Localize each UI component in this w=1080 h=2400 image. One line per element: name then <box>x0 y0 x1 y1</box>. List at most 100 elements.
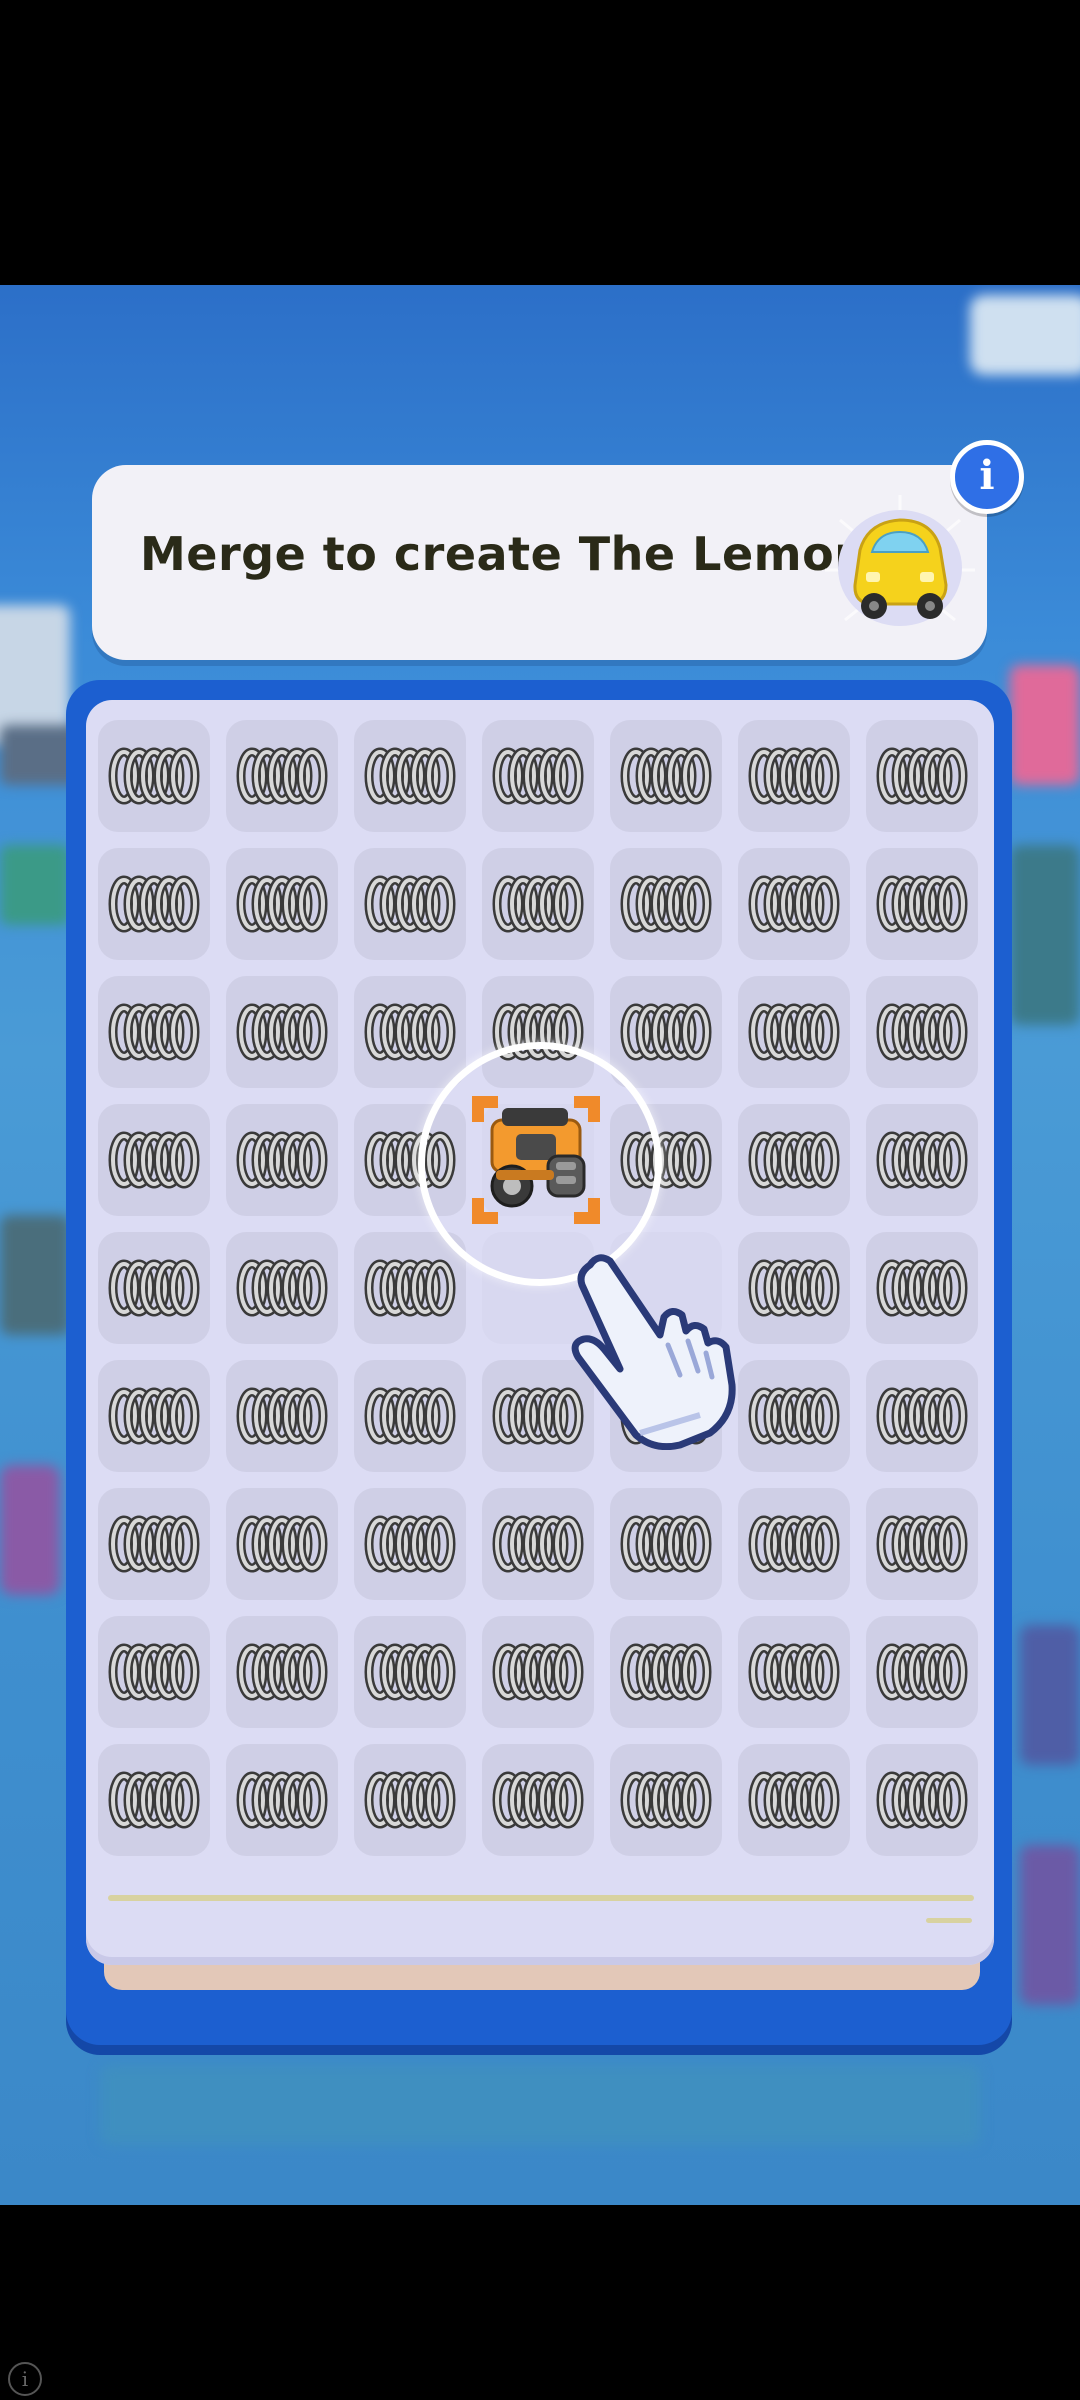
spring-icon <box>748 1771 840 1829</box>
spring-icon <box>876 1771 968 1829</box>
spring-icon <box>108 1387 200 1445</box>
board-cell[interactable] <box>354 1616 466 1728</box>
spring-icon <box>108 1003 200 1061</box>
merge-grid <box>98 720 983 1856</box>
board-cell[interactable] <box>738 1616 850 1728</box>
board-cell[interactable] <box>738 720 850 832</box>
spring-icon <box>620 747 712 805</box>
board-cell[interactable] <box>226 848 338 960</box>
spring-icon <box>236 1131 328 1189</box>
spring-icon <box>748 1643 840 1701</box>
board-cell[interactable] <box>226 976 338 1088</box>
board-cell[interactable] <box>98 1616 210 1728</box>
info-button[interactable]: i <box>950 440 1024 514</box>
board-cell[interactable] <box>226 1488 338 1600</box>
engine-item-icon[interactable] <box>466 1090 606 1230</box>
board-cell[interactable] <box>354 976 466 1088</box>
board-cell[interactable] <box>866 1744 978 1856</box>
board-cell[interactable] <box>226 720 338 832</box>
spring-icon <box>364 1643 456 1701</box>
spring-icon <box>236 1259 328 1317</box>
board-cell[interactable] <box>866 1616 978 1728</box>
board-cell[interactable] <box>482 1488 594 1600</box>
board-cell[interactable] <box>482 1744 594 1856</box>
spring-icon <box>108 1131 200 1189</box>
board-cell[interactable] <box>98 1232 210 1344</box>
board-cell[interactable] <box>98 720 210 832</box>
system-info-icon[interactable]: i <box>8 2362 42 2396</box>
scenery-tree <box>1020 1845 1080 2005</box>
spring-icon <box>364 1259 456 1317</box>
board-cell[interactable] <box>98 976 210 1088</box>
board-cell[interactable] <box>866 720 978 832</box>
spring-icon <box>108 875 200 933</box>
board-cell[interactable] <box>738 1104 850 1216</box>
spring-icon <box>748 1003 840 1061</box>
board-cell[interactable] <box>226 1360 338 1472</box>
spring-icon <box>236 875 328 933</box>
scenery-tree <box>0 1465 60 1595</box>
board-cell[interactable] <box>610 976 722 1088</box>
board-cell[interactable] <box>866 1360 978 1472</box>
scenery-cloud <box>970 295 1080 375</box>
board-cell[interactable] <box>738 1488 850 1600</box>
board-cell[interactable] <box>354 1360 466 1472</box>
board-cell[interactable] <box>226 1616 338 1728</box>
spring-icon <box>364 1387 456 1445</box>
board-cell[interactable] <box>354 1744 466 1856</box>
board-cell[interactable] <box>354 848 466 960</box>
board-cell[interactable] <box>226 1232 338 1344</box>
board-cell[interactable] <box>226 1744 338 1856</box>
spring-icon <box>108 747 200 805</box>
board-cell[interactable] <box>610 1488 722 1600</box>
spring-icon <box>620 1643 712 1701</box>
spring-icon <box>364 1771 456 1829</box>
board-cell[interactable] <box>226 1104 338 1216</box>
board-cell[interactable] <box>98 1744 210 1856</box>
spring-icon <box>492 1643 584 1701</box>
board-cell[interactable] <box>610 1744 722 1856</box>
spring-icon <box>492 747 584 805</box>
board-cell[interactable] <box>866 1104 978 1216</box>
objective-text: Merge to create The Lemon! <box>140 527 889 581</box>
spring-icon <box>748 1131 840 1189</box>
spring-icon <box>236 747 328 805</box>
scenery-building <box>1010 665 1080 785</box>
board-cell[interactable] <box>482 848 594 960</box>
board-cell[interactable] <box>738 848 850 960</box>
spring-icon <box>876 1131 968 1189</box>
board-cell[interactable] <box>354 1488 466 1600</box>
spring-icon <box>236 1387 328 1445</box>
board-cell[interactable] <box>98 1488 210 1600</box>
board-cell[interactable] <box>610 848 722 960</box>
board-cell[interactable] <box>866 1488 978 1600</box>
board-cell[interactable] <box>98 1360 210 1472</box>
spring-icon <box>748 1387 840 1445</box>
spring-icon <box>876 875 968 933</box>
lemon-car-icon <box>825 495 975 626</box>
board-cell[interactable] <box>610 1616 722 1728</box>
board-cell[interactable] <box>354 1232 466 1344</box>
board-cell[interactable] <box>482 1616 594 1728</box>
board-cell[interactable] <box>866 976 978 1088</box>
spring-icon <box>492 1771 584 1829</box>
board-cell[interactable] <box>98 848 210 960</box>
board-cell[interactable] <box>866 1232 978 1344</box>
board-cell[interactable] <box>866 848 978 960</box>
board-cell[interactable] <box>482 720 594 832</box>
board-cell[interactable] <box>610 720 722 832</box>
scenery-ground <box>100 2065 980 2145</box>
board-cell[interactable] <box>738 976 850 1088</box>
board-cell[interactable] <box>738 1744 850 1856</box>
board-cell[interactable] <box>98 1104 210 1216</box>
spring-icon <box>876 1259 968 1317</box>
spring-icon <box>620 875 712 933</box>
spring-icon <box>108 1771 200 1829</box>
board-divider-short <box>926 1918 972 1923</box>
board-cell[interactable] <box>738 1232 850 1344</box>
board-cell[interactable] <box>354 720 466 832</box>
spring-icon <box>108 1259 200 1317</box>
board-cell[interactable] <box>738 1360 850 1472</box>
spring-icon <box>620 1515 712 1573</box>
spring-icon <box>748 747 840 805</box>
